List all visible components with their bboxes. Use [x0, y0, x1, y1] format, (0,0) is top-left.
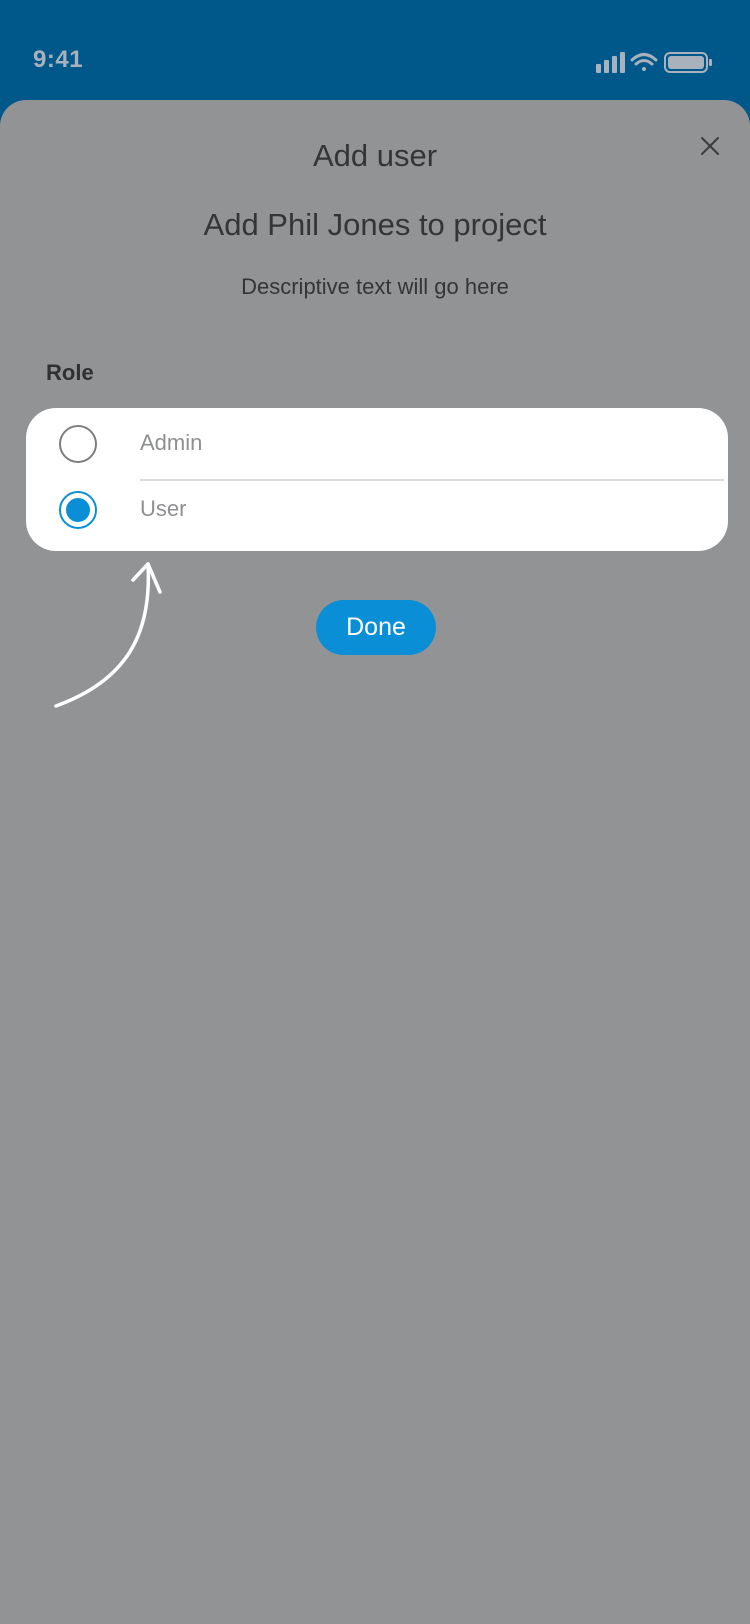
- status-time: 9:41: [33, 46, 84, 73]
- role-options-card: Admin User: [26, 408, 728, 551]
- done-button[interactable]: Done: [316, 600, 436, 655]
- signal-icon: [596, 52, 625, 73]
- radio-selected-dot: [66, 498, 90, 522]
- status-icons: [596, 52, 712, 73]
- user-option-label: User: [140, 496, 187, 521]
- status-bar: 9:41: [0, 0, 750, 100]
- page-heading: Add Phil Jones to project: [203, 207, 547, 242]
- role-option-user[interactable]: User: [26, 478, 728, 544]
- role-label: Role: [46, 360, 94, 385]
- battery-icon: [664, 52, 712, 73]
- curved-arrow-icon: [54, 562, 162, 708]
- sheet-title: Add user: [312, 138, 438, 173]
- user-radio[interactable]: [59, 491, 97, 529]
- role-option-admin[interactable]: Admin: [26, 412, 728, 478]
- wifi-icon: [630, 53, 658, 71]
- admin-radio[interactable]: [59, 425, 97, 463]
- modal-sheet: [0, 100, 750, 1624]
- admin-option-label: Admin: [140, 430, 203, 455]
- description-text: Descriptive text will go here: [241, 274, 509, 299]
